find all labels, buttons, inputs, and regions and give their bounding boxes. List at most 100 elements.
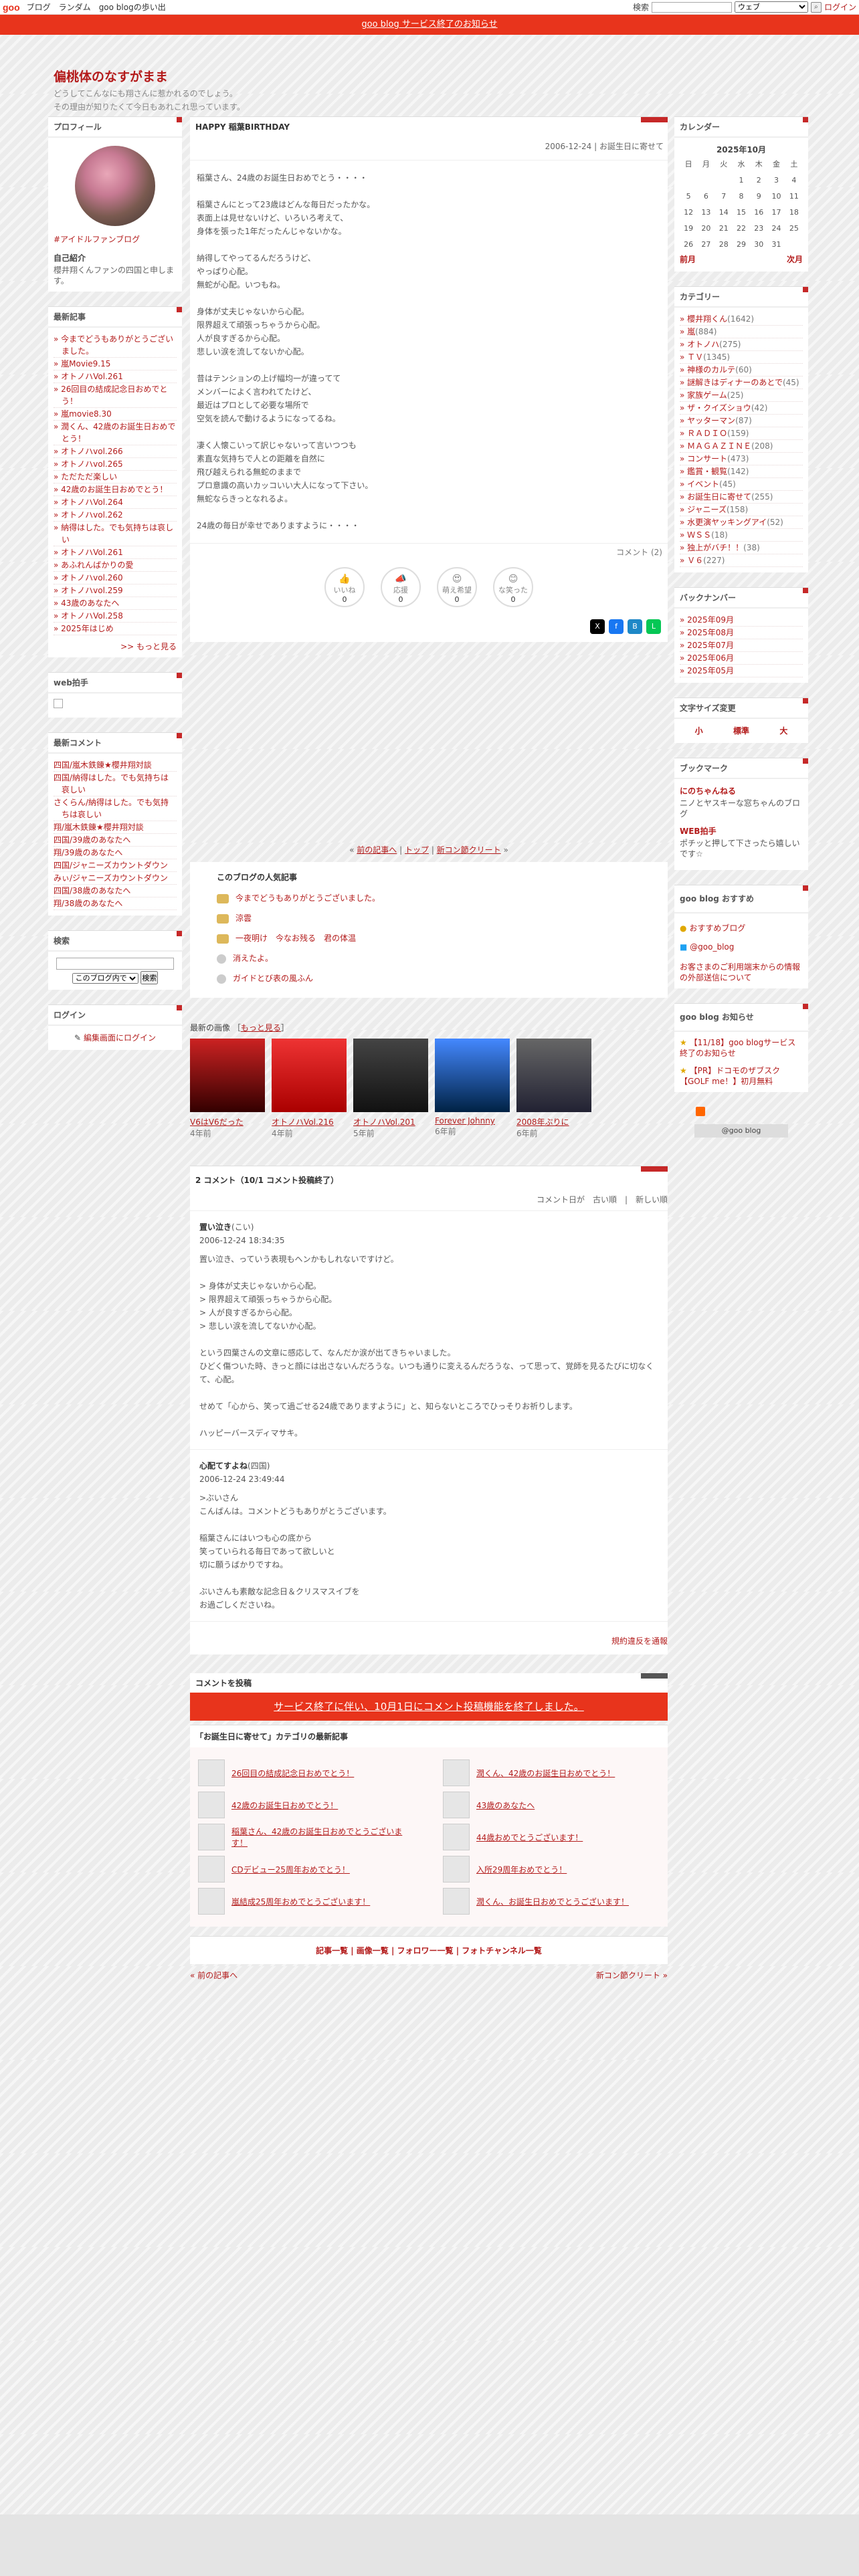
category-item[interactable]: » ＴＶ(1345) [680, 351, 803, 364]
recent-post-label[interactable]: » 潤くん、42歳のお誕生日おめでとう！ [54, 422, 175, 443]
popular-link[interactable]: ガイドとび表の風ふん [233, 974, 313, 983]
popular-link[interactable]: 一夜明け 今なお残る 君の体温 [235, 934, 356, 943]
login-link[interactable]: ログイン [824, 1, 856, 13]
category-name[interactable]: » ＷＳＳ [680, 530, 711, 540]
category-article-link[interactable]: CDデビュー25周年おめでとう！ [231, 1864, 350, 1875]
notice-link[interactable]: 【PR】ドコモのザブスク【GOLF me！】初月無料 [680, 1066, 780, 1086]
category-name[interactable]: » コンサート [680, 454, 727, 463]
category-article-link[interactable]: 26回目の結成記念日おめでとう！ [231, 1767, 354, 1779]
category-item[interactable]: » ＭＡＧＡＺＩＮＥ(208) [680, 440, 803, 453]
category-item[interactable]: » コンサート(473) [680, 453, 803, 465]
prev-month[interactable]: 前月 [680, 253, 696, 266]
recent-comment-label[interactable]: 四国/納得はした。でも気持ちは哀しい [54, 773, 169, 794]
category-article-link[interactable]: 稲葉さん、42歳のお誕生日おめでとうございます！ [231, 1826, 416, 1848]
thumb-title[interactable]: オトノハVol.216 [272, 1116, 347, 1128]
thumb-title[interactable]: Forever Johnny [435, 1116, 510, 1125]
more-images-link[interactable]: もっと見る [241, 1023, 281, 1033]
reaction-button[interactable]: 😊 な笑った 0 [493, 567, 533, 607]
recent-comment-label[interactable]: 翔/嵐木鉄錬★櫻井翔対談 [54, 823, 144, 832]
category-name[interactable]: » 嵐 [680, 327, 695, 336]
thumb-title[interactable]: V6はV6だった [190, 1116, 265, 1128]
recent-post-label[interactable]: » オトノハVol.261 [54, 372, 123, 381]
category-name[interactable]: » イベント [680, 479, 719, 489]
recent-comment-item[interactable]: 四国/ジャニーズカウントダウン [54, 859, 177, 872]
recommend-blog-link[interactable]: おすすめブログ [689, 924, 745, 933]
recent-post-item[interactable]: » オトノハvol.265 [54, 458, 177, 471]
thumb-image[interactable] [272, 1039, 347, 1112]
recent-post-item[interactable]: » 納得はした。でも気持ちは哀しい [54, 522, 177, 546]
popular-item[interactable]: 今までどうもありがとうございました。 [217, 888, 648, 908]
article-thumb-icon[interactable] [198, 1888, 225, 1915]
comment-order[interactable]: コメント日が 古い順 | 新しい順 [190, 1194, 668, 1211]
category-name[interactable]: » 独上がバチ！！ [680, 543, 743, 552]
thumb-image[interactable] [190, 1039, 265, 1112]
category-name[interactable]: » ヤッターマン [680, 416, 735, 425]
profile-tag-link[interactable]: #アイドルファンブログ [54, 235, 140, 244]
recent-post-item[interactable]: » 2025年はじめ [54, 623, 177, 635]
recent-post-label[interactable]: » オトノハvol.260 [54, 573, 123, 582]
thumb-image[interactable] [516, 1039, 591, 1112]
recent-post-item[interactable]: » オトノハVol.258 [54, 610, 177, 623]
category-item[interactable]: » ヤッターマン(87) [680, 415, 803, 427]
goo-logo[interactable]: goo [3, 2, 20, 13]
bookmark-link[interactable]: WEB拍手 [680, 825, 803, 838]
recent-comment-item[interactable]: 翔/嵐木鉄錬★櫻井翔対談 [54, 821, 177, 834]
notice-link[interactable]: 【11/18】goo blogサービス終了のお知らせ [680, 1038, 795, 1058]
category-name[interactable]: » ＴＶ [680, 352, 703, 362]
recent-comment-label[interactable]: 四国/嵐木鉄錬★櫻井翔対談 [54, 760, 152, 770]
recent-post-label[interactable]: » 42歳のお誕生日おめでとう！ [54, 485, 167, 494]
article-thumb-icon[interactable] [198, 1792, 225, 1818]
recent-comment-label[interactable]: 翔/38歳のあなたへ [54, 899, 122, 908]
category-name[interactable]: » 鑑賞・観覧 [680, 467, 727, 476]
bookmark-link[interactable]: にのちゃんねる [680, 784, 803, 798]
recent-post-item[interactable]: » 嵐Movie9.15 [54, 358, 177, 370]
category-name[interactable]: » 水更演ヤッキングアイ [680, 518, 767, 527]
popular-item[interactable]: ガイドとび表の風ふん [217, 968, 648, 988]
category-article-link[interactable]: 入所29周年おめでとう！ [476, 1864, 567, 1875]
recent-post-label[interactable]: » オトノハvol.266 [54, 447, 123, 456]
webclap-image[interactable] [54, 699, 63, 708]
edit-login-link[interactable]: 編集画面にログイン [84, 1033, 156, 1043]
recent-comment-item[interactable]: 翔/38歳のあなたへ [54, 897, 177, 910]
reaction-button[interactable]: 📣 応援 0 [381, 567, 421, 607]
category-name[interactable]: » ＭＡＧＡＺＩＮＥ [680, 441, 751, 451]
recent-post-label[interactable]: » 43歳のあなたへ [54, 599, 119, 608]
category-item[interactable]: » 家族ゲーム(25) [680, 389, 803, 402]
recent-post-item[interactable]: » オトノハVol.261 [54, 546, 177, 559]
category-name[interactable]: » オトノハ [680, 340, 719, 349]
recent-post-label[interactable]: » オトノハVol.261 [54, 548, 123, 557]
recent-comment-item[interactable]: 翔/39歳のあなたへ [54, 847, 177, 859]
category-item[interactable]: » 櫻井翔くん(1642) [680, 313, 803, 326]
search-input[interactable] [651, 1, 732, 13]
recent-post-label[interactable]: » オトノハVol.264 [54, 498, 123, 507]
next-month[interactable]: 次月 [787, 253, 803, 266]
rss-icon[interactable] [696, 1107, 705, 1116]
comment-end-link[interactable]: サービス終了に伴い、10月1日にコメント投稿機能を終了しました。 [274, 1701, 584, 1713]
recent-post-label[interactable]: » 2025年はじめ [54, 624, 114, 633]
footer-next[interactable]: 新コン節クリート » [596, 1969, 668, 1981]
popular-link[interactable]: 消えたよ。 [233, 954, 273, 963]
blog-search-button[interactable]: 検索 [140, 971, 159, 984]
category-item[interactable]: » お誕生日に寄せて(255) [680, 491, 803, 504]
recent-post-item[interactable]: » 42歳のお誕生日おめでとう！ [54, 484, 177, 496]
recent-post-item[interactable]: » オトノハvol.260 [54, 572, 177, 584]
article-thumb-icon[interactable] [443, 1792, 470, 1818]
category-name[interactable]: » 神様のカルテ [680, 365, 735, 374]
recent-comment-label[interactable]: 四国/38歳のあなたへ [54, 886, 130, 895]
recent-post-item[interactable]: » 26回目の結成記念日おめでとう！ [54, 383, 177, 408]
blog-title[interactable]: 偏桃体のなすがまま [54, 67, 168, 85]
category-name[interactable]: » 謎解きはディナーのあとで [680, 378, 783, 387]
nav-random[interactable]: ランダム [59, 1, 91, 13]
nav-goo-blog[interactable]: goo blogの歩い出 [99, 1, 166, 13]
article-thumb-icon[interactable] [198, 1824, 225, 1850]
recent-comment-item[interactable]: 四国/38歳のあなたへ [54, 885, 177, 897]
backnumber-item[interactable]: » 2025年08月 [680, 627, 803, 639]
font-large[interactable]: 大 [779, 724, 787, 738]
footer-prev[interactable]: « 前の記事へ [190, 1969, 237, 1981]
search-scope-select[interactable]: ウェブ [734, 1, 808, 13]
recent-post-label[interactable]: » ただただ楽しい [54, 472, 117, 481]
category-name[interactable]: » ＲＡＤＩＯ [680, 429, 727, 438]
popular-link[interactable]: 涼雲 [235, 914, 252, 923]
category-article-link[interactable]: 潤くん、お誕生日おめでとうございます！ [476, 1896, 629, 1907]
category-name[interactable]: » 櫻井翔くん [680, 314, 727, 324]
